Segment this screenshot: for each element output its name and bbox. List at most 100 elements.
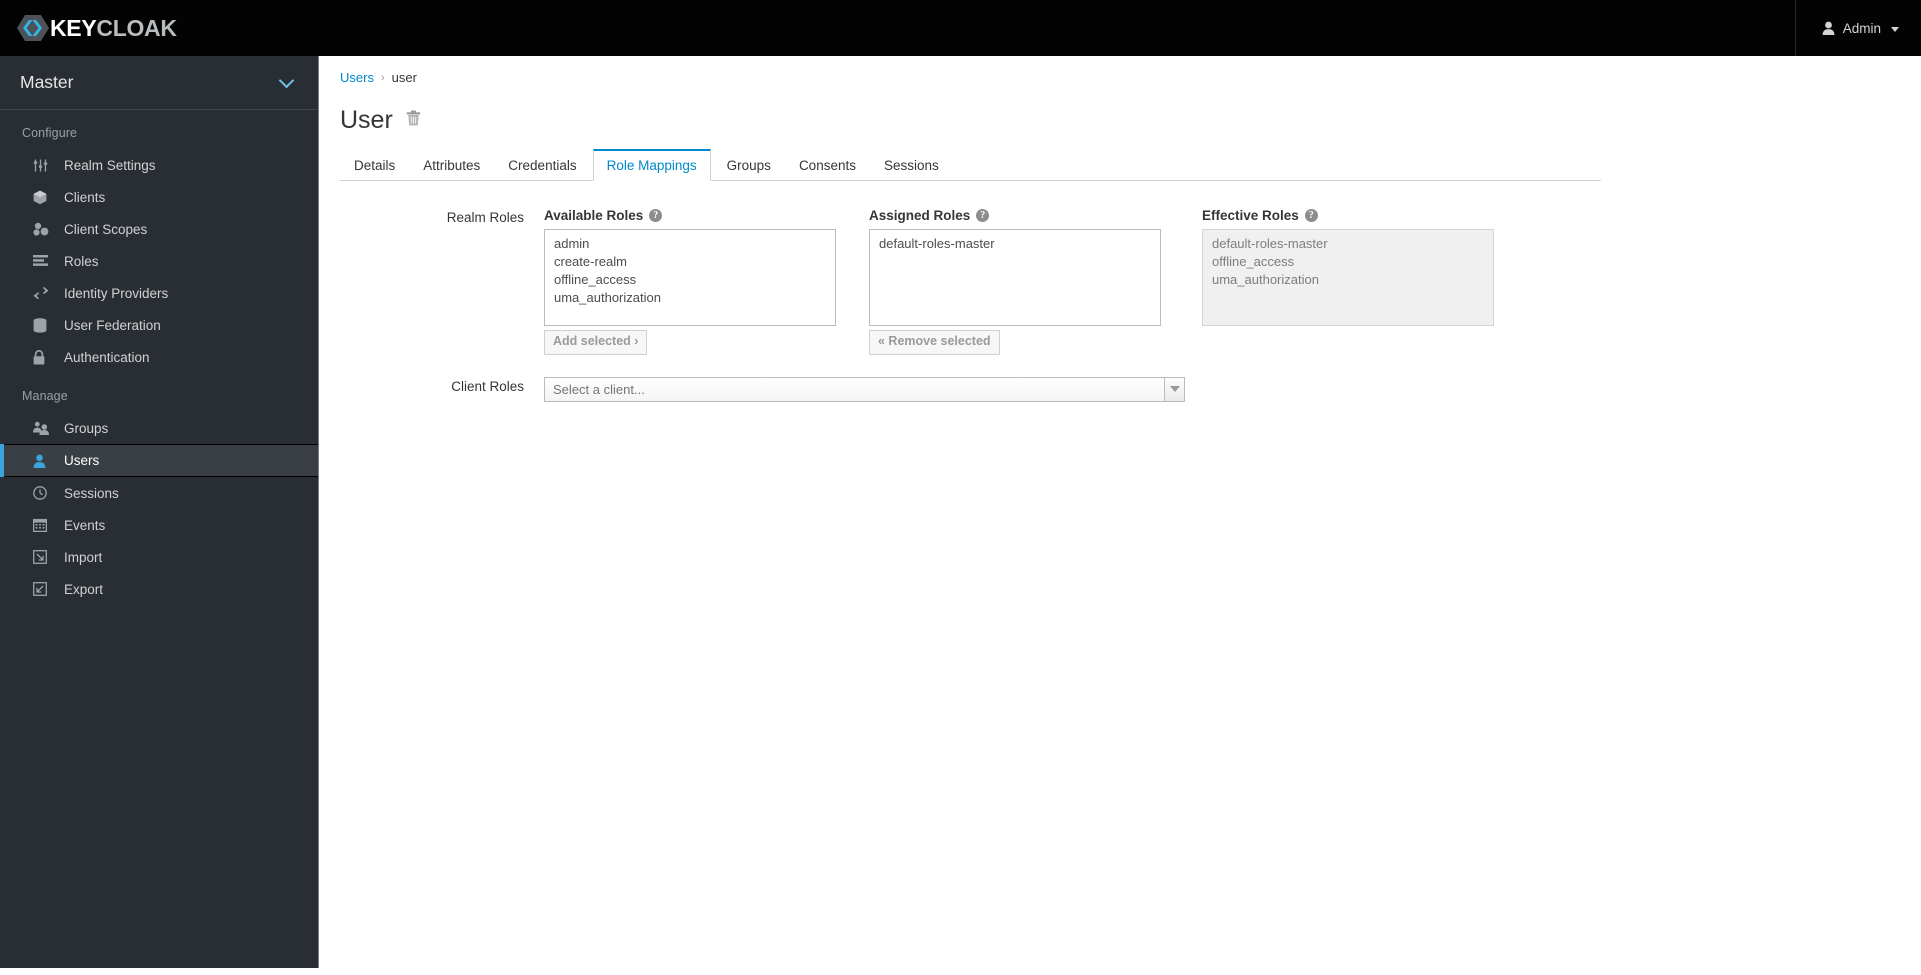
breadcrumb-link-users[interactable]: Users [340, 70, 374, 85]
user-avatar-icon [1822, 21, 1835, 35]
sidebar: Master Configure Realm Settings Clients … [0, 56, 319, 968]
sidebar-item-label: Events [64, 517, 106, 533]
available-roles-column: Available Roles ? admin create-realm off… [544, 208, 836, 355]
sidebar-item-authentication[interactable]: Authentication [0, 341, 318, 373]
sidebar-item-roles[interactable]: Roles [0, 245, 318, 277]
sidebar-item-groups[interactable]: Groups [0, 412, 318, 444]
sidebar-item-sessions[interactable]: Sessions [0, 477, 318, 509]
triangle-down-icon [1169, 386, 1180, 393]
import-arrow-icon [33, 549, 55, 565]
sidebar-item-label: Export [64, 581, 104, 597]
client-roles-row: Client Roles [320, 376, 1921, 402]
brand-text-cloak: CLOAK [96, 14, 177, 41]
tab-bar: Details Attributes Credentials Role Mapp… [340, 148, 1601, 182]
sidebar-item-realm-settings[interactable]: Realm Settings [0, 149, 318, 181]
sidebar-item-label: Roles [64, 253, 99, 269]
keycloak-hexagon-logo [17, 15, 49, 41]
sidebar-item-identity-providers[interactable]: Identity Providers [0, 277, 318, 309]
exchange-arrows-icon [33, 285, 55, 301]
sidebar-item-label: Groups [64, 420, 109, 436]
list-item: default-roles-master [1212, 236, 1328, 251]
list-item[interactable]: admin [545, 235, 835, 253]
sidebar-item-client-scopes[interactable]: Client Scopes [0, 213, 318, 245]
client-roles-label: Client Roles [451, 378, 524, 394]
tab-credentials[interactable]: Credentials [494, 158, 590, 182]
sidebar-item-import[interactable]: Import [0, 541, 318, 573]
effective-roles-listbox: default-roles-master offline_access uma_… [1202, 229, 1494, 326]
sidebar-item-label: Users [64, 453, 100, 468]
admin-menu-label: Admin [1842, 20, 1881, 36]
realm-roles-row: Realm Roles Available Roles ? admin crea… [320, 208, 1921, 355]
realm-name: Master [20, 72, 74, 92]
sidebar-item-label: User Federation [64, 317, 161, 333]
assigned-roles-title: Assigned Roles ? [869, 208, 1161, 223]
page-title: User [340, 106, 393, 134]
tab-details[interactable]: Details [340, 158, 409, 182]
export-arrow-icon [33, 581, 55, 597]
available-roles-listbox[interactable]: admin create-realm offline_access uma_au… [544, 229, 836, 326]
masthead-user-area: Admin [1794, 0, 1921, 56]
realm-selector[interactable]: Master [0, 56, 318, 110]
tab-attributes[interactable]: Attributes [409, 158, 494, 182]
group-users-icon [33, 420, 55, 436]
help-circle-icon[interactable]: ? [649, 209, 663, 222]
sidebar-item-label: Identity Providers [64, 285, 169, 301]
sidebar-item-clients[interactable]: Clients [0, 181, 318, 213]
list-bars-icon [33, 253, 55, 269]
help-circle-icon[interactable]: ? [1304, 209, 1318, 222]
admin-menu-button[interactable]: Admin [1822, 21, 1899, 36]
sidebar-item-users[interactable]: Users [0, 444, 318, 477]
masthead: KEYCLOAK Admin [0, 0, 1921, 56]
brand-text-key: KEY [50, 14, 97, 41]
list-item[interactable]: offline_access [545, 271, 835, 289]
sidebar-item-label: Authentication [64, 349, 150, 365]
sidebar-item-label: Clients [64, 189, 106, 205]
sidebar-item-label: Realm Settings [64, 157, 156, 173]
brand-logo[interactable]: KEYCLOAK [14, 0, 177, 56]
trash-icon[interactable] [406, 110, 421, 131]
chevron-down-icon [278, 72, 295, 88]
remove-selected-button[interactable]: « Remove selected [869, 330, 1000, 355]
client-select[interactable] [544, 376, 1185, 402]
available-roles-title: Available Roles ? [544, 208, 836, 223]
chevron-down-icon [1891, 26, 1899, 32]
client-select-dropdown-button[interactable] [1164, 376, 1185, 402]
sidebar-item-user-federation[interactable]: User Federation [0, 309, 318, 341]
effective-roles-title-text: Effective Roles [1202, 208, 1299, 223]
realm-roles-label: Realm Roles [446, 210, 524, 225]
breadcrumb-current: user [391, 70, 417, 85]
list-item[interactable]: create-realm [545, 253, 835, 271]
add-selected-button[interactable]: Add selected › [544, 330, 648, 355]
database-icon [33, 317, 55, 333]
nav-section-manage-title: Manage [22, 389, 68, 403]
sidebar-item-label: Import [64, 549, 103, 565]
sliders-icon [33, 157, 55, 173]
assigned-roles-title-text: Assigned Roles [869, 208, 971, 223]
list-item[interactable]: uma_authorization [545, 289, 835, 307]
list-item: offline_access [1212, 254, 1295, 269]
nav-section-configure-title: Configure [22, 126, 78, 140]
sidebar-item-label: Sessions [64, 485, 119, 501]
client-select-input[interactable] [544, 376, 1164, 402]
calendar-icon [33, 517, 55, 533]
available-roles-title-text: Available Roles [544, 208, 644, 223]
assigned-roles-listbox[interactable]: default-roles-master [869, 229, 1161, 326]
effective-roles-column: Effective Roles ? default-roles-master o… [1202, 208, 1494, 326]
breadcrumb-separator: › [380, 71, 385, 84]
breadcrumb: Users › user [320, 56, 1921, 85]
tab-role-mappings[interactable]: Role Mappings [592, 148, 711, 181]
sidebar-item-label: Client Scopes [64, 221, 148, 237]
tab-consents[interactable]: Consents [785, 158, 870, 182]
assigned-roles-column: Assigned Roles ? default-roles-master « … [869, 208, 1161, 355]
tab-groups[interactable]: Groups [713, 158, 785, 182]
list-item[interactable]: default-roles-master [870, 235, 1160, 253]
role-mappings-form: Realm Roles Available Roles ? admin crea… [320, 181, 1921, 402]
help-circle-icon[interactable]: ? [976, 209, 990, 222]
sidebar-item-export[interactable]: Export [0, 573, 318, 605]
page-header: User [320, 85, 1921, 133]
tab-sessions[interactable]: Sessions [870, 158, 953, 182]
user-icon [33, 453, 55, 469]
sidebar-item-events[interactable]: Events [0, 509, 318, 541]
clock-icon [33, 485, 55, 501]
brand-text: KEYCLOAK [50, 14, 177, 41]
